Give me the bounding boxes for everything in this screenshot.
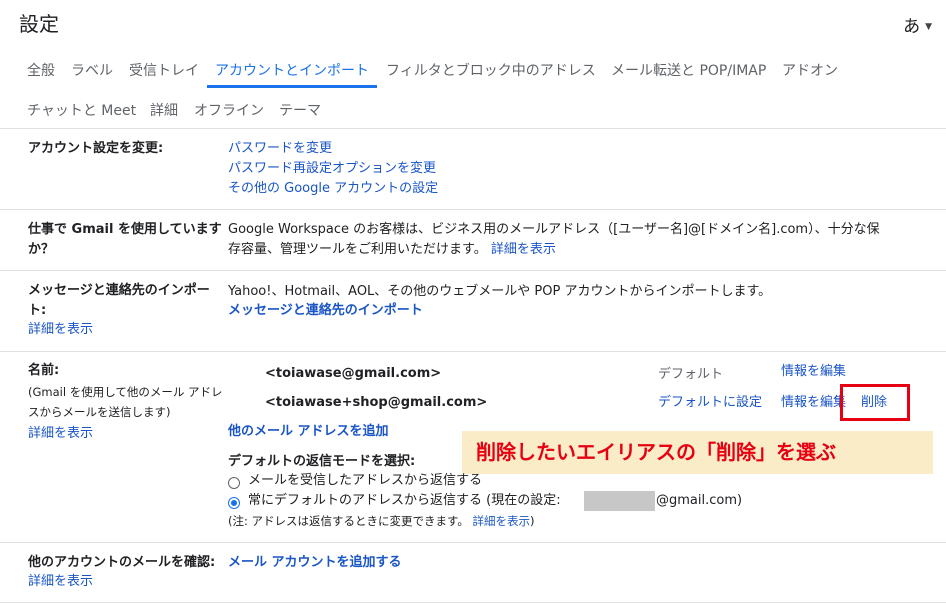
workspace-description: Google Workspace のお客様は、ビジネス用のメールアドレス（[ユー… bbox=[228, 222, 880, 237]
divider bbox=[0, 542, 946, 543]
address-2-email: <toiawase+shop@gmail.com> bbox=[265, 395, 488, 410]
address-2-delete-link[interactable]: 削除 bbox=[861, 393, 887, 413]
instruction-callout: 削除したいエイリアスの「削除」を選ぶ bbox=[462, 431, 933, 474]
account-settings-label: アカウント設定を変更: bbox=[28, 141, 164, 156]
address-1-email: <toiawase@gmail.com> bbox=[265, 366, 442, 381]
work-gmail-label: 仕事で Gmail を使用しています bbox=[28, 222, 222, 237]
workspace-description-cont: 存容量、管理ツールをご利用いただけます。 詳細を表示 bbox=[228, 240, 556, 260]
input-language-button[interactable]: あ ▼ bbox=[903, 12, 932, 37]
add-another-address-link[interactable]: 他のメール アドレスを追加 bbox=[228, 422, 389, 442]
reply-note: (注: アドレスは返信するときに変更できます。 詳細を表示) bbox=[228, 511, 535, 531]
reply-from-default-label: 常にデフォルトのアドレスから返信する (現在の設定: bbox=[248, 493, 561, 508]
tab-accounts-import[interactable]: アカウントとインポート bbox=[215, 60, 369, 80]
tab-chat-meet[interactable]: チャットと Meet bbox=[27, 100, 136, 120]
tab-advanced[interactable]: 詳細 bbox=[150, 100, 178, 120]
reply-mode-title: デフォルトの返信モードを選択: bbox=[228, 454, 416, 469]
workspace-learn-more-link[interactable]: 詳細を表示 bbox=[491, 242, 556, 257]
reply-from-default-suffix: @gmail.com) bbox=[656, 493, 743, 508]
tab-filters[interactable]: フィルタとブロック中のアドレス bbox=[386, 60, 596, 80]
add-mail-account-link[interactable]: メール アカウントを追加する bbox=[228, 553, 402, 573]
address-2-edit-link[interactable]: 情報を編集 bbox=[781, 393, 846, 413]
reply-note-text: (注: アドレスは返信するときに変更できます。 bbox=[228, 514, 469, 528]
address-1-default-status: デフォルト bbox=[658, 367, 724, 382]
password-recovery-link[interactable]: パスワード再設定オプションを変更 bbox=[228, 159, 436, 179]
input-language-label: あ bbox=[903, 17, 921, 37]
import-mail-contacts-link[interactable]: メッセージと連絡先のインポート bbox=[228, 301, 423, 321]
tab-themes[interactable]: テーマ bbox=[279, 100, 321, 120]
send-as-learn-more-link[interactable]: 詳細を表示 bbox=[28, 424, 93, 444]
change-password-link[interactable]: パスワードを変更 bbox=[228, 139, 332, 159]
tab-addons[interactable]: アドオン bbox=[782, 60, 838, 80]
reply-from-received-label: メールを受信したアドレスから返信する bbox=[248, 473, 483, 488]
tab-offline[interactable]: オフライン bbox=[194, 100, 264, 120]
tab-general[interactable]: 全般 bbox=[27, 60, 55, 80]
page-title: 設定 bbox=[19, 12, 59, 36]
import-label-cont: ト: bbox=[28, 303, 47, 318]
reply-from-default-radio[interactable] bbox=[228, 497, 240, 509]
check-other-accounts-label: 他のアカウントのメールを確認: bbox=[28, 555, 216, 570]
address-1-edit-link[interactable]: 情報を編集 bbox=[781, 362, 846, 382]
caret-down-icon: ▼ bbox=[925, 22, 932, 32]
tab-labels[interactable]: ラベル bbox=[71, 60, 113, 80]
tab-forwarding-pop-imap[interactable]: メール転送と POP/IMAP bbox=[611, 60, 766, 80]
send-as-label: 名前: bbox=[28, 363, 60, 378]
import-learn-more-link[interactable]: 詳細を表示 bbox=[28, 320, 93, 340]
other-google-account-settings-link[interactable]: その他の Google アカウントの設定 bbox=[228, 179, 438, 199]
import-label: メッセージと連絡先のインポー bbox=[28, 283, 210, 298]
divider bbox=[0, 270, 946, 271]
divider bbox=[0, 602, 946, 603]
reply-from-received-radio[interactable] bbox=[228, 477, 240, 489]
reply-note-learn-more-link[interactable]: 詳細を表示 bbox=[473, 514, 531, 528]
check-mail-learn-more-link[interactable]: 詳細を表示 bbox=[28, 572, 93, 592]
divider bbox=[0, 209, 946, 210]
address-2-make-default-link[interactable]: デフォルトに設定 bbox=[658, 393, 762, 413]
tab-inbox[interactable]: 受信トレイ bbox=[129, 60, 199, 80]
work-gmail-label-cont: か？ bbox=[28, 242, 55, 257]
divider bbox=[0, 128, 946, 129]
redacted-address-mask bbox=[584, 491, 655, 511]
send-as-sublabel: (Gmail を使用して他のメール アドレ bbox=[28, 385, 223, 399]
reply-note-end: ) bbox=[530, 514, 535, 528]
active-tab-indicator bbox=[207, 85, 377, 88]
workspace-description-text: 存容量、管理ツールをご利用いただけます。 bbox=[228, 242, 487, 257]
send-as-sublabel-cont: スからメールを送信します) bbox=[28, 405, 171, 419]
import-description: Yahoo!、Hotmail、AOL、その他のウェブメールや POP アカウント… bbox=[228, 284, 772, 299]
divider bbox=[0, 351, 946, 352]
